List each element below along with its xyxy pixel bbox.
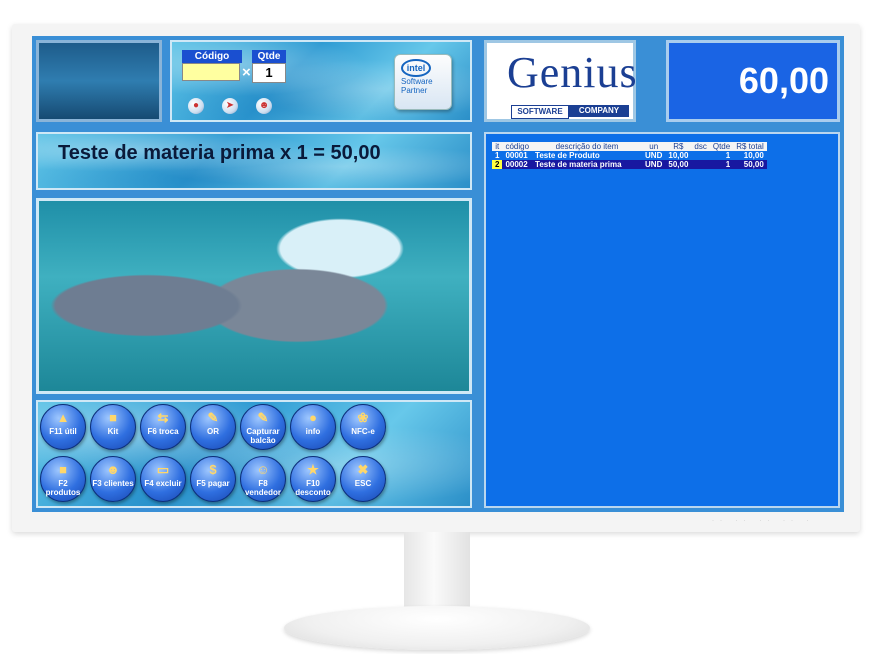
- cell-it: 2: [492, 160, 503, 169]
- col-total: R$ total: [733, 142, 767, 151]
- info-icon: ●: [309, 410, 317, 425]
- input-panel: Código Qtde × 1 ● ➤ ☻ intel Software Par…: [170, 40, 472, 122]
- codigo-input[interactable]: [182, 63, 240, 81]
- swap-icon: ⇆: [157, 410, 169, 425]
- nfce-button[interactable]: ❀ NFC-e: [340, 404, 386, 450]
- binoculars-icon[interactable]: ●: [188, 98, 204, 114]
- table-row[interactable]: 2 00002 Teste de materia prima UND 50,00…: [492, 160, 767, 169]
- table-row[interactable]: 1 00001 Teste de Produto UND 10,00 1 10,…: [492, 151, 767, 160]
- codigo-label: Código: [182, 50, 242, 63]
- col-codigo: código: [502, 142, 533, 151]
- cell-dsc: [691, 151, 710, 160]
- monitor-buttons: ·· ·· ·· ·· ·: [712, 518, 815, 524]
- qtde-input[interactable]: 1: [252, 63, 286, 83]
- pos-screen: Código Qtde × 1 ● ➤ ☻ intel Software Par…: [32, 36, 844, 512]
- capture-icon: ✎: [257, 410, 269, 425]
- f8-vendedor-button[interactable]: ☺ F8 vendedor: [240, 456, 286, 502]
- cell-un: UND: [642, 160, 666, 169]
- f6-troca-button[interactable]: ⇆ F6 troca: [140, 404, 186, 450]
- dolphins-photo: [36, 198, 472, 394]
- pen-icon: ✎: [207, 410, 219, 425]
- genius-tag-company: COMPANY: [569, 105, 629, 117]
- genius-tag-software: SOFTWARE: [511, 105, 569, 119]
- cell-un: UND: [642, 151, 666, 160]
- col-descricao: descrição do item: [532, 142, 643, 151]
- monitor-base: [284, 606, 590, 650]
- kit-button[interactable]: ■ Kit: [90, 404, 136, 450]
- qtde-label: Qtde: [252, 50, 286, 63]
- items-table: it código descrição do item un R$ dsc Qt…: [492, 142, 767, 169]
- shoe-icon: ▲: [56, 410, 70, 425]
- col-un: un: [642, 142, 666, 151]
- f3-clientes-button[interactable]: ☻ F3 clientes: [90, 456, 136, 502]
- dolphin-icon[interactable]: ➤: [222, 98, 238, 114]
- total-display: 60,00: [666, 40, 840, 122]
- cell-total: 10,00: [733, 151, 767, 160]
- delete-icon: ▭: [156, 462, 170, 477]
- items-panel: it código descrição do item un R$ dsc Qt…: [484, 132, 840, 508]
- last-item-message: Teste de materia prima x 1 = 50,00: [58, 142, 381, 164]
- f5-pagar-button[interactable]: $ F5 pagar: [190, 456, 236, 502]
- cell-codigo: 00002: [502, 160, 533, 169]
- f11-util-button[interactable]: ▲ F11 útil: [40, 404, 86, 450]
- message-panel: Teste de materia prima x 1 = 50,00: [36, 132, 472, 190]
- cell-it: 1: [492, 151, 503, 160]
- times-sign: ×: [242, 64, 251, 81]
- cell-rs: 10,00: [665, 151, 692, 160]
- cell-total: 50,00: [733, 160, 767, 169]
- capturar-balcao-button[interactable]: ✎ Capturar balcão: [240, 404, 286, 450]
- discount-icon: ★: [307, 462, 319, 477]
- f2-produtos-button[interactable]: ■ F2 produtos: [40, 456, 86, 502]
- function-buttons-panel: ▲ F11 útil ■ Kit ⇆ F6 troca ✎ OR ✎ Capturar b…: [36, 400, 472, 508]
- col-qtde: Qtde: [709, 142, 734, 151]
- figure-icon[interactable]: ☻: [256, 98, 272, 114]
- intel-line2: Partner: [401, 86, 428, 95]
- f10-desconto-button[interactable]: ★ F10 desconto: [290, 456, 336, 502]
- cell-dsc: [691, 160, 710, 169]
- cell-descricao: Teste de Produto: [532, 151, 643, 160]
- intel-line1: Software: [401, 77, 433, 86]
- box-icon: ■: [109, 410, 117, 425]
- cell-descricao: Teste de materia prima: [532, 160, 643, 169]
- seller-icon: ☺: [256, 462, 270, 477]
- cell-codigo: 00001: [502, 151, 533, 160]
- info-button[interactable]: ● info: [290, 404, 336, 450]
- or-button[interactable]: ✎ OR: [190, 404, 236, 450]
- col-rs: R$: [665, 142, 692, 151]
- cell-rs: 50,00: [665, 160, 692, 169]
- esc-button[interactable]: ✖ ESC: [340, 456, 386, 502]
- cell-qtde: 1: [709, 160, 734, 169]
- f4-excluir-button[interactable]: ▭ F4 excluir: [140, 456, 186, 502]
- dolphin-photo-small: [36, 40, 162, 122]
- exit-icon: ✖: [357, 462, 369, 477]
- genius-name: Genius: [507, 48, 638, 97]
- intel-logo: intel: [401, 59, 431, 77]
- leaf-icon: ❀: [357, 410, 369, 425]
- cell-qtde: 1: [709, 151, 734, 160]
- table-header: it código descrição do item un R$ dsc Qt…: [492, 142, 767, 151]
- col-it: it: [492, 142, 503, 151]
- intel-software-partner-badge: intel Software Partner: [394, 54, 452, 110]
- col-dsc: dsc: [691, 142, 710, 151]
- genius-tagline: SOFTWARE COMPANY: [511, 105, 629, 119]
- products-icon: ■: [59, 462, 67, 477]
- money-icon: $: [209, 462, 217, 477]
- clients-icon: ☻: [106, 462, 120, 477]
- genius-logo: Genius SOFTWARE COMPANY: [484, 40, 638, 122]
